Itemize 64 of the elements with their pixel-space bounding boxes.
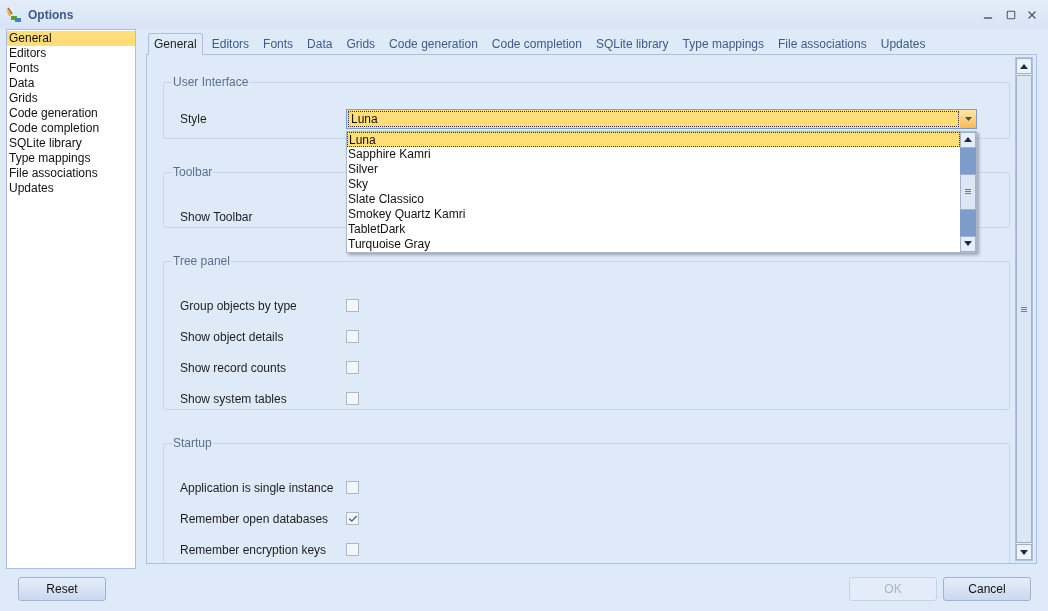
style-dropdown[interactable]: Luna [346, 108, 977, 129]
dropdown-option[interactable]: Slate Classico [347, 191, 960, 207]
group-title: User Interface [172, 74, 250, 91]
tab[interactable]: Code completion [486, 34, 587, 54]
option-label: Show Toolbar [180, 208, 254, 226]
group-title: Tree panel [172, 253, 231, 270]
sidebar-item[interactable]: General [7, 31, 135, 46]
checkbox[interactable] [346, 361, 359, 374]
sidebar-item[interactable]: Code completion [7, 121, 135, 136]
dropdown-option[interactable]: Silver [347, 161, 960, 177]
scroll-up-icon[interactable] [1016, 58, 1032, 74]
dialog-button[interactable]: Reset [18, 576, 106, 601]
dropdown-option[interactable]: Luna [347, 131, 960, 147]
tab[interactable]: General [148, 33, 203, 55]
tab[interactable]: Data [302, 34, 338, 54]
checkbox[interactable] [346, 512, 359, 525]
option-label: Show system tables [180, 390, 288, 408]
option-label: Remember encryption keys [180, 541, 328, 559]
sidebar-item[interactable]: Editors [7, 46, 135, 61]
sidebar-item[interactable]: Updates [7, 181, 135, 196]
dropdown-option[interactable]: Smokey Quartz Kamri [347, 206, 960, 222]
app-icon [4, 5, 22, 24]
sidebar-item[interactable]: Grids [7, 91, 135, 106]
checkbox[interactable] [346, 299, 359, 312]
sidebar-item[interactable]: SQLite library [7, 136, 135, 151]
tab[interactable]: File associations [773, 34, 872, 54]
tab[interactable]: Code generation [384, 34, 483, 54]
dropdown-option[interactable]: Sapphire Kamri [347, 146, 960, 162]
field-label: Style [180, 110, 208, 128]
tab[interactable]: SQLite library [590, 34, 674, 54]
dialog-button[interactable]: Cancel [943, 576, 1031, 601]
group-title: Toolbar [172, 164, 214, 181]
checkbox[interactable] [346, 330, 359, 343]
checkbox[interactable] [346, 543, 359, 556]
tab[interactable]: Grids [341, 34, 381, 54]
sidebar-item[interactable]: File associations [7, 166, 135, 181]
sidebar-item[interactable]: Type mappings [7, 151, 135, 166]
scroll-down-icon[interactable] [960, 235, 976, 252]
checkbox[interactable] [346, 392, 359, 405]
maximize-icon[interactable] [1006, 9, 1016, 20]
sidebar-item[interactable]: Data [7, 76, 135, 91]
window-title: Options [28, 6, 74, 24]
panel-scrollbar[interactable] [1015, 57, 1033, 561]
tab[interactable]: Updates [875, 34, 931, 54]
scrollbar[interactable] [960, 131, 976, 252]
dropdown-option[interactable]: TabletDark [347, 221, 960, 237]
scroll-thumb[interactable] [1016, 75, 1032, 543]
dropdown-option[interactable]: Sky [347, 176, 960, 192]
scroll-up-icon[interactable] [960, 131, 976, 148]
scroll-down-icon[interactable] [1016, 544, 1032, 560]
option-label: Show record counts [180, 359, 288, 377]
option-label: Application is single instance [180, 479, 335, 497]
sidebar-item[interactable]: Fonts [7, 61, 135, 76]
option-label: Remember open databases [180, 510, 330, 528]
tab[interactable]: Type mappings [677, 34, 769, 54]
group-title: Startup [172, 435, 213, 452]
checkbox[interactable] [346, 481, 359, 494]
sidebar-item[interactable]: Code generation [7, 106, 135, 121]
option-label: Show object details [180, 328, 285, 346]
tab[interactable]: Fonts [258, 34, 299, 54]
option-label: Group objects by type [180, 297, 298, 315]
dropdown-option[interactable]: Turquoise Gray [347, 236, 960, 252]
tab[interactable]: Editors [206, 34, 255, 54]
scroll-thumb[interactable] [960, 173, 976, 210]
